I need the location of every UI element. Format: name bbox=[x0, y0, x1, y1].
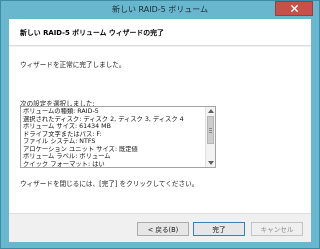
settings-line: ファイル システム: NTFS bbox=[23, 138, 96, 145]
cancel-button[interactable]: キャンセル bbox=[251, 222, 303, 236]
grip-icon bbox=[209, 127, 212, 133]
wizard-header-title: 新しい RAID-5 ボリューム ウィザードの完了 bbox=[20, 29, 164, 37]
vertical-scrollbar[interactable] bbox=[205, 107, 215, 167]
finish-instruction: ウィザードを閉じるには、[完了] をクリックしてください。 bbox=[20, 180, 199, 188]
completion-text: ウィザードを正常に完了しました。 bbox=[20, 61, 126, 69]
settings-line: ボリューム ラベル: ボリューム bbox=[23, 153, 111, 160]
scroll-thumb[interactable] bbox=[207, 116, 214, 144]
scroll-down-button[interactable] bbox=[206, 159, 215, 167]
finish-button[interactable]: 完了 bbox=[193, 222, 245, 236]
settings-line: アロケーション ユニット サイズ: 既定値 bbox=[23, 145, 138, 153]
settings-summary-box[interactable]: ボリュームの種類: RAID-5 選択されたディスク: ディスク 2, ディスク… bbox=[20, 106, 216, 168]
wizard-window: 新しい RAID-5 ボリューム 新しい RAID-5 ボリューム ウィザードの… bbox=[0, 0, 320, 249]
settings-line: ドライブ文字またはパス: F: bbox=[23, 130, 102, 138]
window-title: 新しい RAID-5 ボリューム bbox=[111, 5, 209, 14]
settings-lines: ボリュームの種類: RAID-5 選択されたディスク: ディスク 2, ディスク… bbox=[23, 108, 205, 168]
wizard-body: ウィザードを正常に完了しました。 次の設定を選択しました: ボリュームの種類: … bbox=[9, 47, 311, 213]
settings-line: ボリューム サイズ: 61434 MB bbox=[23, 123, 111, 130]
settings-line: クイック フォーマット: はい bbox=[23, 160, 105, 168]
settings-line: ボリュームの種類: RAID-5 bbox=[23, 108, 99, 115]
close-button[interactable] bbox=[275, 1, 313, 16]
back-button[interactable]: < 戻る(B) bbox=[137, 222, 189, 236]
settings-line: 選択されたディスク: ディスク 2, ディスク 3, ディスク 4 bbox=[23, 115, 184, 123]
title-bar[interactable]: 新しい RAID-5 ボリューム bbox=[1, 1, 319, 19]
close-icon bbox=[290, 4, 298, 13]
wizard-header: 新しい RAID-5 ボリューム ウィザードの完了 bbox=[9, 19, 311, 46]
dialog-client-area: 新しい RAID-5 ボリューム ウィザードの完了 ウィザードを正常に完了しまし… bbox=[9, 19, 311, 242]
chevron-up-icon bbox=[207, 109, 214, 113]
wizard-footer: < 戻る(B) 完了 キャンセル bbox=[9, 213, 311, 242]
chevron-down-icon bbox=[207, 161, 214, 165]
scroll-up-button[interactable] bbox=[206, 107, 215, 115]
